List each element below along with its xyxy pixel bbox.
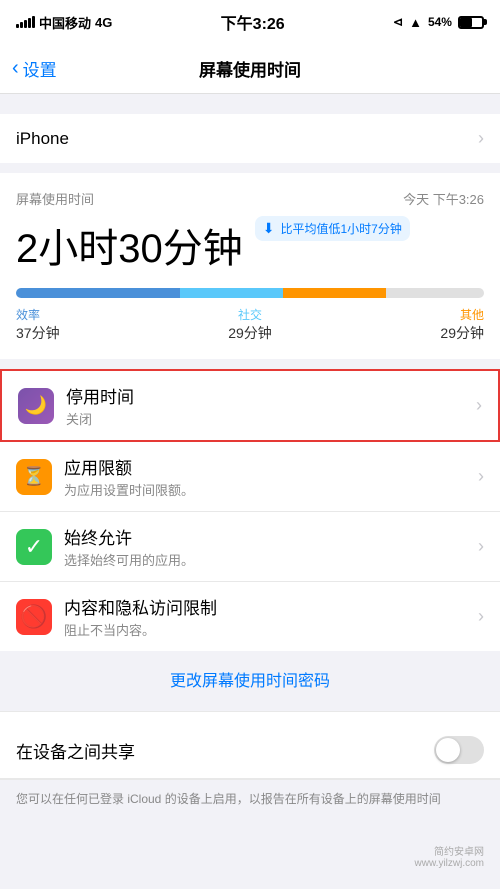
compare-text: 比平均值低1小时7分钟 bbox=[280, 220, 401, 237]
label-efficiency: 效率 37分钟 bbox=[16, 306, 60, 343]
app-limits-subtitle: 为应用设置时间限额。 bbox=[64, 480, 478, 499]
app-limits-chevron-icon: › bbox=[478, 466, 484, 487]
back-button[interactable]: ‹ 设置 bbox=[12, 56, 57, 81]
share-section: 在设备之间共享 bbox=[0, 722, 500, 779]
iphone-label: iPhone bbox=[16, 129, 69, 149]
usage-big-time: 2小时30分钟 bbox=[16, 216, 243, 274]
password-link[interactable]: 更改屏幕使用时间密码 bbox=[170, 673, 330, 690]
network-label: 4G bbox=[95, 15, 112, 30]
always-allowed-title: 始终允许 bbox=[64, 524, 478, 549]
downtime-title: 停用时间 bbox=[66, 383, 476, 408]
feature-row-downtime[interactable]: 🌙 停用时间 关闭 › bbox=[2, 371, 498, 440]
toggle-thumb bbox=[436, 738, 460, 762]
location-icon: ⊲ bbox=[393, 15, 403, 29]
compare-down-icon: ⬇ bbox=[263, 220, 275, 237]
downtime-text: 停用时间 关闭 bbox=[66, 383, 476, 428]
features-section: 🌙 停用时间 关闭 › ⏳ 应用限额 为应用设置时间限额。 › ✓ 始终允许 选… bbox=[0, 369, 500, 651]
nav-bar: ‹ 设置 屏幕使用时间 bbox=[0, 44, 500, 94]
share-toggle[interactable] bbox=[434, 736, 484, 764]
usage-header: 屏幕使用时间 今天 下午3:26 bbox=[16, 189, 484, 216]
usage-header-label: 屏幕使用时间 bbox=[16, 189, 94, 208]
status-right: ⊲ ▲ 54% bbox=[393, 15, 484, 30]
battery-percent: 54% bbox=[428, 15, 452, 29]
signal-bars bbox=[16, 16, 35, 28]
always-allowed-subtitle: 选择始终可用的应用。 bbox=[64, 550, 478, 569]
usage-section: 屏幕使用时间 今天 下午3:26 2小时30分钟 ⬇ 比平均值低1小时7分钟 效… bbox=[0, 173, 500, 359]
label-social: 社交 29分钟 bbox=[228, 306, 272, 343]
app-limits-icon: ⏳ bbox=[16, 459, 52, 495]
back-chevron-icon: ‹ bbox=[12, 57, 19, 80]
content-privacy-icon: 🚫 bbox=[16, 599, 52, 635]
feature-row-content-privacy[interactable]: 🚫 内容和隐私访问限制 阻止不当内容。 › bbox=[0, 582, 500, 651]
usage-bar bbox=[16, 288, 484, 298]
carrier-label: 中国移动 bbox=[39, 13, 91, 32]
bar-empty bbox=[386, 288, 484, 298]
always-allowed-chevron-icon: › bbox=[478, 536, 484, 557]
iphone-chevron-icon: › bbox=[478, 128, 484, 149]
back-label: 设置 bbox=[23, 56, 57, 81]
feature-row-app-limits[interactable]: ⏳ 应用限额 为应用设置时间限额。 › bbox=[0, 442, 500, 512]
downtime-subtitle: 关闭 bbox=[66, 409, 476, 428]
iphone-row[interactable]: iPhone › bbox=[0, 114, 500, 163]
always-allowed-text: 始终允许 选择始终可用的应用。 bbox=[64, 524, 478, 569]
watermark: 简约安卓网 www.yilzwj.com bbox=[415, 843, 484, 869]
status-time: 下午3:26 bbox=[221, 10, 285, 34]
battery-fill bbox=[460, 18, 472, 27]
wifi-icon: ▲ bbox=[409, 15, 422, 30]
app-limits-title: 应用限额 bbox=[64, 454, 478, 479]
content-privacy-chevron-icon: › bbox=[478, 606, 484, 627]
always-allowed-icon: ✓ bbox=[16, 529, 52, 565]
app-limits-text: 应用限额 为应用设置时间限额。 bbox=[64, 454, 478, 499]
usage-header-value: 今天 下午3:26 bbox=[403, 189, 484, 208]
downtime-chevron-icon: › bbox=[476, 395, 482, 416]
status-bar: 中国移动 4G 下午3:26 ⊲ ▲ 54% bbox=[0, 0, 500, 44]
share-title: 在设备之间共享 bbox=[16, 738, 135, 763]
content-privacy-text: 内容和隐私访问限制 阻止不当内容。 bbox=[64, 594, 478, 639]
content-privacy-title: 内容和隐私访问限制 bbox=[64, 594, 478, 619]
bar-efficiency bbox=[16, 288, 180, 298]
downtime-icon: 🌙 bbox=[18, 388, 54, 424]
password-link-container: 更改屏幕使用时间密码 bbox=[0, 651, 500, 707]
nav-title: 屏幕使用时间 bbox=[199, 56, 301, 81]
bottom-text: 您可以在任何已登录 iCloud 的设备上启用，以报告在所有设备上的屏幕使用时间 bbox=[0, 780, 500, 818]
usage-compare: ⬇ 比平均值低1小时7分钟 bbox=[255, 216, 410, 241]
status-left: 中国移动 4G bbox=[16, 13, 112, 32]
bar-social bbox=[180, 288, 283, 298]
label-other: 其他 29分钟 bbox=[440, 306, 484, 343]
usage-labels: 效率 37分钟 社交 29分钟 其他 29分钟 bbox=[16, 306, 484, 343]
feature-row-always-allowed[interactable]: ✓ 始终允许 选择始终可用的应用。 › bbox=[0, 512, 500, 582]
battery-icon bbox=[458, 16, 484, 29]
bar-other bbox=[283, 288, 386, 298]
content-privacy-subtitle: 阻止不当内容。 bbox=[64, 620, 478, 639]
